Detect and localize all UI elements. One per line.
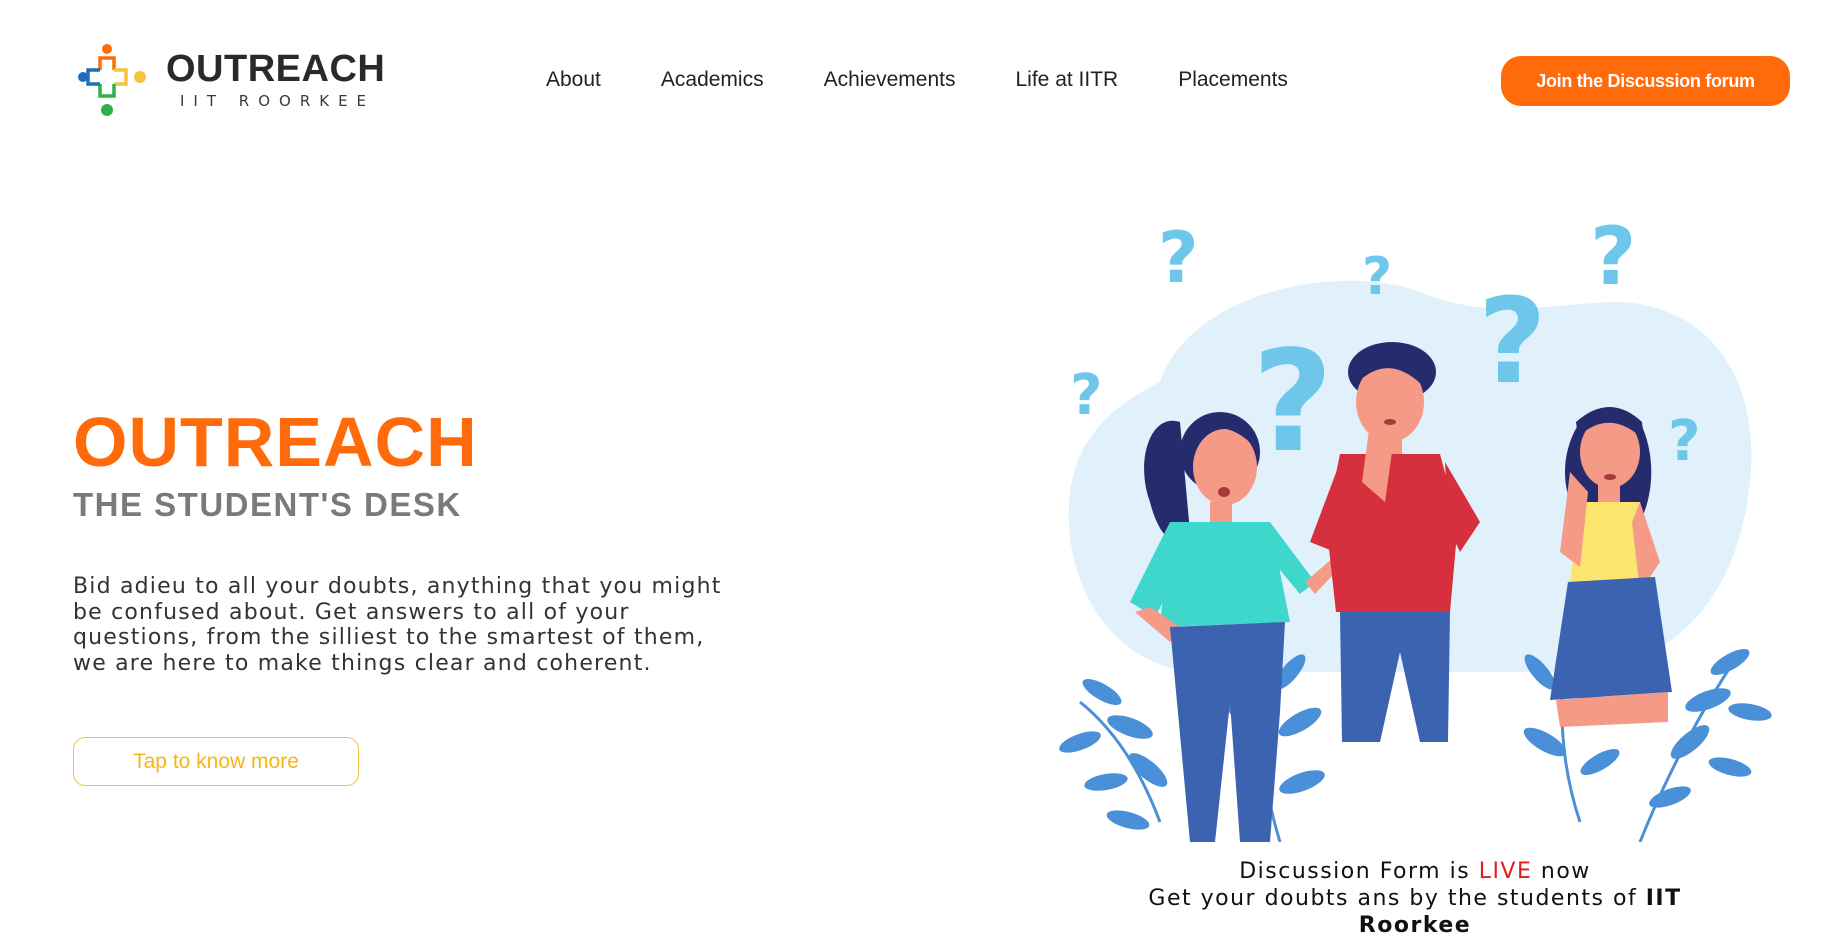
- nav-achievements[interactable]: Achievements: [824, 68, 956, 92]
- logo-subtitle: IIT ROORKEE: [180, 92, 376, 110]
- site-logo[interactable]: OUTREACH IIT ROORKEE: [78, 44, 398, 120]
- notice-line-2: Get your doubts ans by the students of I…: [1090, 885, 1740, 939]
- svg-text:?: ?: [1590, 222, 1636, 303]
- logo-title: OUTREACH: [166, 48, 386, 90]
- discussion-live-notice: Discussion Form is LIVE now Get your dou…: [1090, 858, 1740, 939]
- nav-about[interactable]: About: [546, 68, 601, 92]
- confused-students-illustration: ? ? ? ? ? ? ?: [1059, 222, 1772, 842]
- svg-text:?: ?: [1158, 222, 1199, 299]
- svg-text:?: ?: [1478, 272, 1546, 410]
- live-badge: LIVE: [1478, 859, 1533, 884]
- svg-text:?: ?: [1070, 363, 1102, 428]
- svg-text:?: ?: [1362, 247, 1392, 307]
- hero-title: OUTREACH: [73, 403, 478, 481]
- outreach-plus-logo-icon: [78, 44, 146, 116]
- notice-line-1: Discussion Form is LIVE now: [1090, 858, 1740, 885]
- notice-line2-prefix: Get your doubts ans by the students of: [1148, 886, 1638, 911]
- notice-line1-suffix: now: [1540, 859, 1591, 884]
- tap-to-know-more-button[interactable]: Tap to know more: [73, 737, 359, 786]
- notice-line1-prefix: Discussion Form is: [1239, 859, 1471, 884]
- main-nav: About Academics Achievements Life at IIT…: [546, 68, 1348, 92]
- hero-description: Bid adieu to all your doubts, anything t…: [73, 574, 722, 676]
- hero-subtitle: THE STUDENT'S DESK: [73, 486, 462, 523]
- nav-academics[interactable]: Academics: [661, 68, 764, 92]
- join-discussion-forum-button[interactable]: Join the Discussion forum: [1501, 56, 1790, 106]
- nav-life-at-iitr[interactable]: Life at IITR: [1016, 68, 1119, 92]
- svg-text:?: ?: [1668, 409, 1700, 474]
- nav-placements[interactable]: Placements: [1178, 68, 1288, 92]
- svg-text:?: ?: [1252, 321, 1333, 484]
